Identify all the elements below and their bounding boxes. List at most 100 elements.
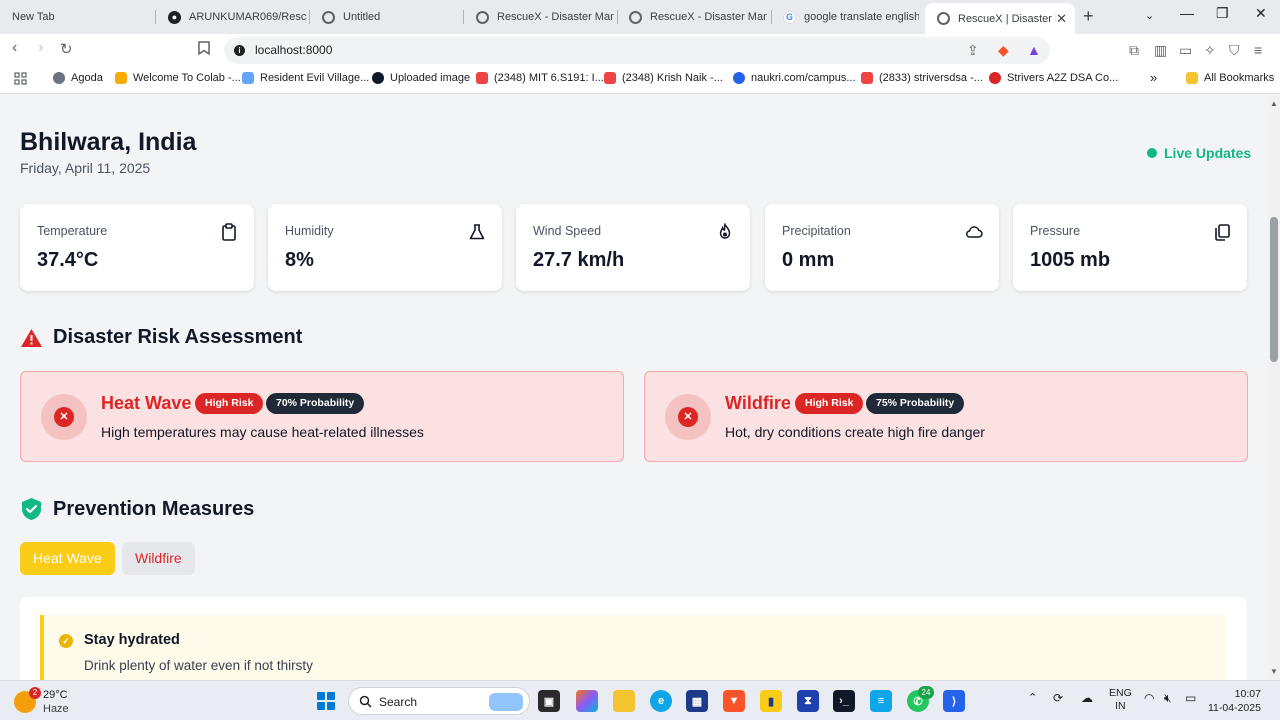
brave-icon[interactable]: ▼ — [723, 690, 745, 712]
url-text: localhost:8000 — [255, 43, 333, 57]
bookmark-krish-naik[interactable]: (2348) Krish Naik -... — [604, 72, 723, 84]
chatgpt-icon — [372, 72, 384, 84]
tab-untitled[interactable]: Untitled — [310, 3, 460, 31]
brave-shield-icon[interactable]: ◆ — [998, 42, 1009, 59]
battery-icon[interactable]: ▭ — [1185, 692, 1196, 705]
close-window-icon[interactable]: ✕ — [1255, 5, 1267, 22]
menu-icon[interactable]: ≡ — [1254, 42, 1262, 58]
tab-google-translate[interactable]: G google translate english t — [771, 3, 919, 31]
share-icon[interactable]: ⇪ — [967, 42, 979, 59]
taskbar-search[interactable]: Search — [348, 687, 530, 715]
taskbar-search-label: Search — [379, 695, 418, 709]
brave-rewards-icon[interactable]: ▲ — [1027, 42, 1041, 58]
bookmark-strivers-a2z[interactable]: Strivers A2Z DSA Co... — [989, 72, 1118, 84]
prevention-section-title: Prevention Measures — [20, 497, 254, 521]
risk-level-badge: High Risk — [195, 393, 264, 414]
tab-title: Untitled — [343, 11, 381, 23]
globe-icon — [937, 12, 950, 25]
reload-icon[interactable]: ↻ — [60, 40, 73, 58]
bookmark-icon[interactable] — [198, 41, 210, 58]
live-dot-icon — [1147, 148, 1157, 158]
bookmark-colab[interactable]: Welcome To Colab -... — [115, 72, 241, 84]
power-bi-icon[interactable]: ▮ — [760, 690, 782, 712]
tab-wildfire[interactable]: Wildfire — [122, 542, 195, 575]
prevention-section-label: Prevention Measures — [53, 497, 255, 520]
tab-heat-wave[interactable]: Heat Wave — [20, 542, 115, 575]
stat-value: 27.7 km/h — [533, 249, 625, 271]
minimize-icon[interactable]: — — [1180, 5, 1194, 21]
volume-muted-icon[interactable]: 🔇︎ — [1164, 692, 1172, 705]
back-icon[interactable]: ‹ — [12, 39, 17, 57]
youtube-icon — [476, 72, 488, 84]
tab-rescuex-active[interactable]: RescueX | Disaster Pr ✕ — [925, 3, 1075, 34]
vpn-icon[interactable]: ⛉ — [1229, 42, 1240, 59]
wallet-icon[interactable]: ▭ — [1179, 42, 1192, 59]
bookmark-label: Strivers A2Z DSA Co... — [1007, 72, 1119, 84]
tab-rescuex-2[interactable]: RescueX - Disaster Mana — [617, 3, 767, 31]
tab-new-tab[interactable]: New Tab — [0, 3, 150, 31]
stat-label: Temperature — [37, 224, 108, 238]
more-bookmarks-icon[interactable]: » — [1150, 70, 1157, 85]
measure-title: Stay hydrated — [84, 632, 180, 648]
bookmark-naukri[interactable]: naukri.com/campus... — [733, 72, 856, 84]
copilot-icon[interactable] — [576, 690, 598, 712]
bookmark-label: Uploaded image — [390, 72, 471, 84]
risk-card-heat-wave: ✕ Heat Wave High Risk 70% Probability Hi… — [20, 371, 624, 462]
new-tab-button[interactable]: + — [1083, 6, 1094, 27]
language-code: ENG — [1109, 687, 1132, 699]
all-bookmarks-label: All Bookmarks — [1204, 72, 1275, 84]
tuf-icon — [989, 72, 1001, 84]
risk-description: High temperatures may cause heat-related… — [101, 424, 424, 440]
stat-value: 0 mm — [782, 249, 835, 271]
tab-rescuex-1[interactable]: RescueX - Disaster Mana — [464, 3, 614, 31]
vs-code-alt-icon[interactable]: ⧗ — [797, 690, 819, 712]
terminal-icon[interactable]: ›_ — [833, 690, 855, 712]
google-icon: G — [783, 10, 796, 24]
page-scrollbar[interactable]: ▲ ▼ — [1268, 95, 1280, 680]
tray-overflow-icon[interactable]: ⌃ — [1028, 692, 1037, 705]
scroll-up-icon[interactable]: ▲ — [1270, 99, 1278, 108]
tab-search-chevron-icon[interactable]: ⌄ — [1145, 9, 1154, 22]
system-clock[interactable]: 10:07 11-04-2025 — [1208, 687, 1261, 715]
language-indicator[interactable]: ENG IN — [1109, 687, 1132, 713]
bookmark-agoda[interactable]: Agoda — [53, 72, 103, 84]
network-cloud-icon[interactable]: ☁ — [1081, 692, 1093, 705]
windows-start-icon[interactable] — [317, 692, 335, 710]
vs-code-icon[interactable]: ⟩ — [943, 690, 965, 712]
current-date: Friday, April 11, 2025 — [20, 160, 151, 176]
stat-card-precipitation: Precipitation 0 mm — [765, 204, 999, 291]
wifi-icon[interactable]: ◠ — [1144, 692, 1154, 705]
risk-description: Hot, dry conditions create high fire dan… — [725, 424, 985, 440]
close-tab-icon[interactable]: ✕ — [1056, 11, 1067, 27]
bookmark-striversdsa[interactable]: (2833) striversdsa -... — [861, 72, 983, 84]
maximize-icon[interactable]: ❐ — [1216, 5, 1229, 22]
bookmark-resident-evil[interactable]: Resident Evil Village... — [242, 72, 369, 84]
browser-toolbar: ‹ › ↻ i localhost:8000 ⇪ ◆ ▲ ⧉ ▥ ▭ ✧ ⛉ ≡ — [0, 34, 1280, 66]
scroll-down-icon[interactable]: ▼ — [1270, 667, 1278, 676]
scrollbar-thumb[interactable] — [1270, 217, 1278, 362]
bookmark-mit[interactable]: (2348) MIT 6.S191: I... — [476, 72, 604, 84]
bookmark-uploaded-image[interactable]: Uploaded image — [372, 72, 470, 84]
weather-notification-badge: 2 — [29, 687, 41, 699]
all-bookmarks[interactable]: All Bookmarks — [1186, 72, 1274, 84]
weather-widget[interactable]: 2 29°C Haze — [14, 687, 104, 717]
address-bar[interactable]: i localhost:8000 ⇪ ◆ ▲ — [224, 37, 1050, 64]
stat-label: Pressure — [1030, 224, 1081, 238]
bookmark-label: Agoda — [71, 72, 103, 84]
link-icon — [242, 72, 254, 84]
notepad-icon[interactable]: ≡ — [870, 690, 892, 712]
refresh-sync-icon[interactable]: ⟳ — [1053, 692, 1063, 705]
leo-ai-icon[interactable]: ✧ — [1204, 42, 1216, 59]
apps-icon[interactable] — [14, 72, 27, 85]
file-explorer-icon[interactable] — [613, 690, 635, 712]
forward-icon[interactable]: › — [38, 39, 43, 57]
warning-icon — [21, 328, 42, 347]
edge-icon[interactable]: e — [650, 690, 672, 712]
tab-github[interactable]: ● ARUNKUMAR069/Rescue — [156, 3, 306, 31]
sidebar-icon[interactable]: ▥ — [1154, 42, 1167, 59]
site-info-icon[interactable]: i — [234, 45, 245, 56]
microsoft-store-icon[interactable]: ▦ — [686, 690, 708, 712]
task-view-icon[interactable]: ▣ — [538, 690, 560, 712]
youtube-icon — [604, 72, 616, 84]
extensions-icon[interactable]: ⧉ — [1129, 42, 1139, 59]
